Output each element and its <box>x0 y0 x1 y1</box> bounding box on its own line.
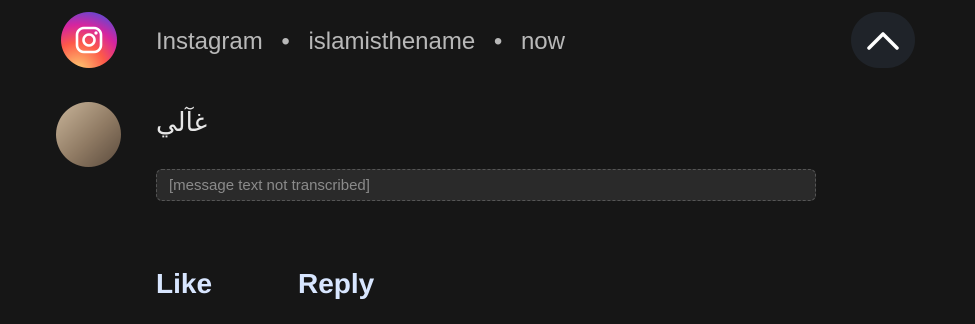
avatar <box>56 102 121 167</box>
app-name: Instagram <box>156 28 263 55</box>
timestamp: now <box>520 28 565 55</box>
chevron-up-icon <box>867 32 899 50</box>
notification-header: Instagram • islamisthename • now <box>156 28 565 56</box>
account-name: islamisthename <box>308 28 476 55</box>
separator-dot: • <box>493 28 503 55</box>
reply-button[interactable]: Reply <box>298 268 374 300</box>
notification-card[interactable]: Instagram • islamisthename • now غآلي [m… <box>0 0 975 324</box>
like-button[interactable]: Like <box>156 268 212 300</box>
separator-dot: • <box>281 28 290 55</box>
collapse-button[interactable] <box>851 12 915 68</box>
sender-name: غآلي <box>156 108 208 138</box>
message-text-redacted: [message text not transcribed] <box>156 169 816 201</box>
instagram-icon <box>61 12 117 68</box>
